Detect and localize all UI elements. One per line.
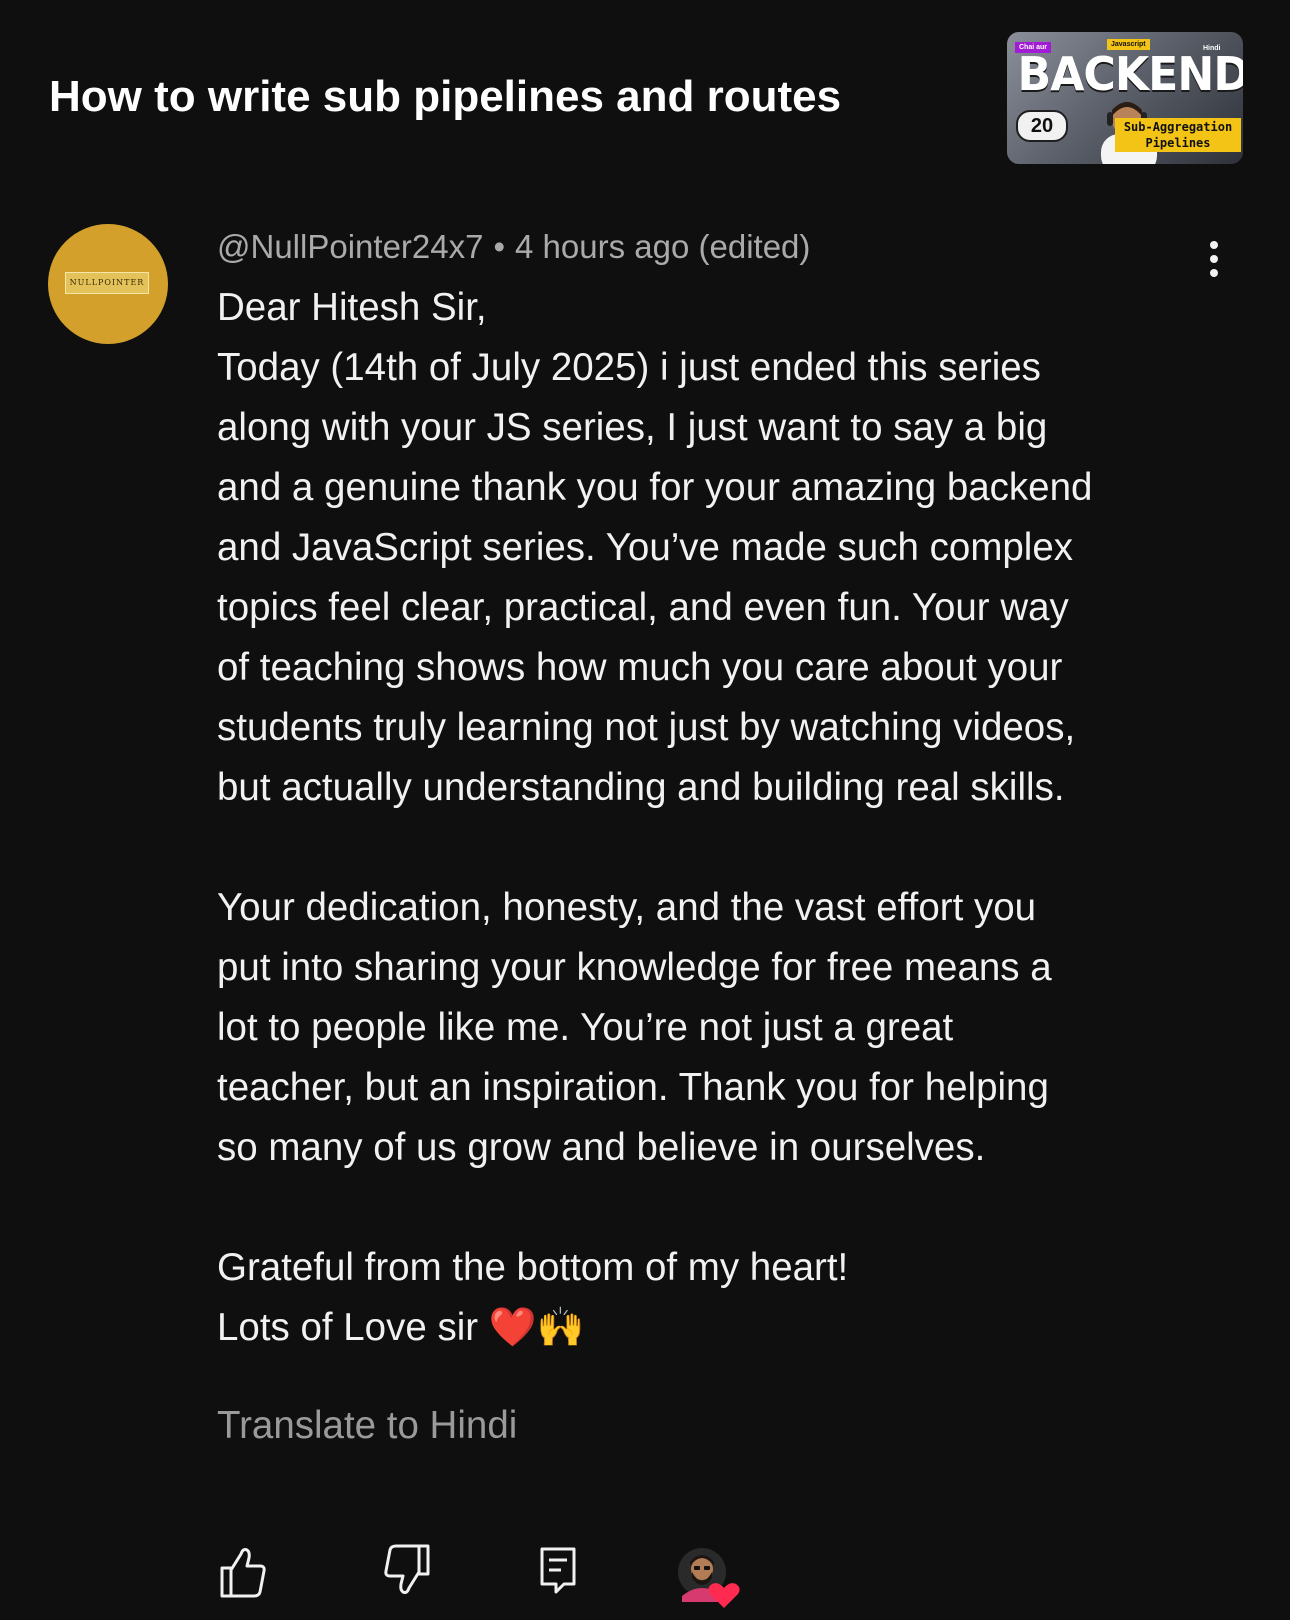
comment-line: but actually understanding and building …	[217, 766, 1065, 809]
comment-line: and JavaScript series. You’ve made such …	[217, 526, 1074, 569]
comment-line: Grateful from the bottom of my heart!	[217, 1246, 849, 1289]
thumbs-up-icon[interactable]	[212, 1540, 272, 1602]
comment-line: students truly learning not just by watc…	[217, 706, 1076, 749]
comment-line: topics feel clear, practical, and even f…	[217, 586, 1069, 629]
comment-line: and a genuine thank you for your amazing…	[217, 466, 1093, 509]
comment-actions	[0, 1540, 1290, 1610]
comment-line: of teaching shows how much you care abou…	[217, 646, 1063, 689]
meta-separator: •	[493, 228, 506, 265]
comment-text: Dear Hitesh Sir, Today (14th of July 202…	[217, 278, 1277, 1358]
comment-line: Today (14th of July 2025) i just ended t…	[217, 346, 1041, 389]
comment-line: Lots of Love sir ❤️🙌	[217, 1306, 585, 1349]
translate-button[interactable]: Translate to Hindi	[217, 1398, 517, 1454]
thumbnail-episode-badge: 20	[1016, 110, 1068, 142]
commenter-avatar[interactable]: NULLPOINTER	[48, 224, 168, 344]
comment-line: Dear Hitesh Sir,	[217, 286, 487, 329]
comment-line: put into sharing your knowledge for free…	[217, 946, 1052, 989]
thumbnail-topic-tag: Sub-Aggregation Pipelines	[1115, 118, 1241, 152]
video-thumbnail[interactable]: Chai aur Javascript Hindi BACKEND 20 Sub…	[1007, 32, 1243, 164]
comment-timestamp: 4 hours ago (edited)	[515, 228, 811, 265]
thumbnail-topic-line1: Sub-Aggregation	[1123, 120, 1233, 134]
comment-line: teacher, but an inspiration. Thank you f…	[217, 1066, 1049, 1109]
thumbnail-topic-line2: Pipelines	[1145, 136, 1211, 150]
comment-author[interactable]: @NullPointer24x7	[217, 228, 483, 265]
thumbs-down-icon[interactable]	[378, 1540, 438, 1602]
comment-line: along with your JS series, I just want t…	[217, 406, 1048, 449]
video-title[interactable]: How to write sub pipelines and routes	[49, 66, 949, 128]
avatar-logo-text: NULLPOINTER	[65, 272, 149, 294]
reply-comment-icon[interactable]	[528, 1540, 588, 1602]
comment-line: lot to people like me. You’re not just a…	[217, 1006, 954, 1049]
comment-line: so many of us grow and believe in oursel…	[217, 1126, 986, 1169]
creator-heart-icon	[678, 1548, 740, 1608]
comment-line: Your dedication, honesty, and the vast e…	[217, 886, 1037, 929]
comment-meta: @NullPointer24x7 • 4 hours ago (edited)	[217, 224, 810, 270]
